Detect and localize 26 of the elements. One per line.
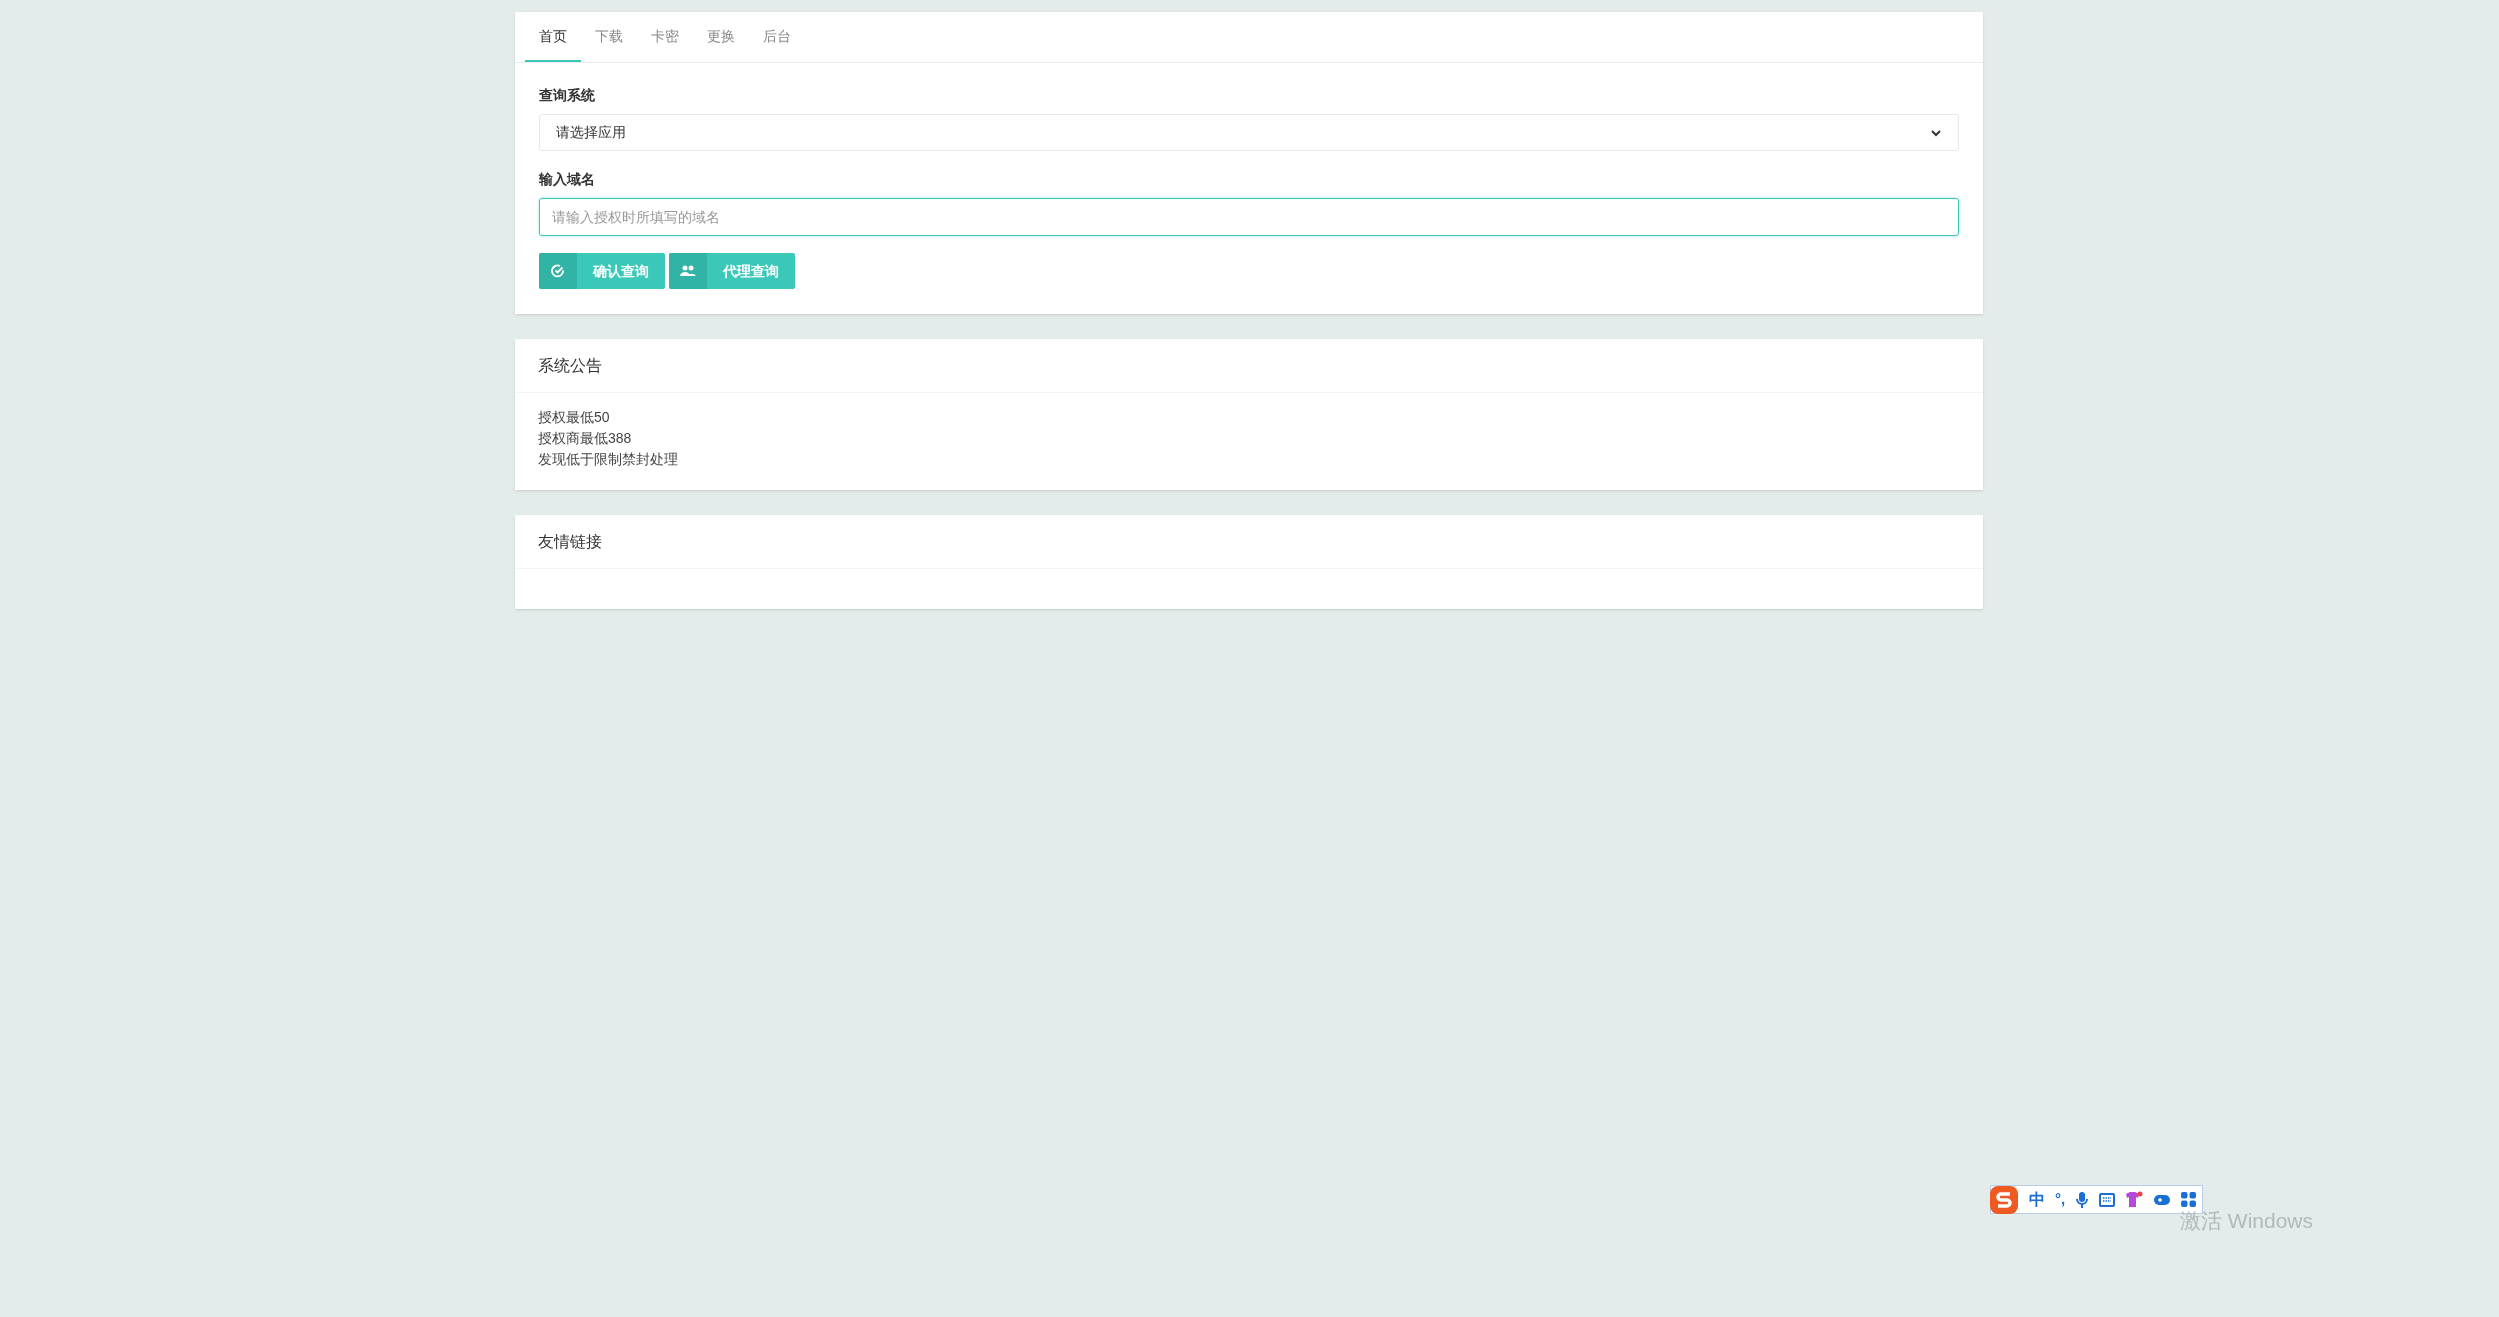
- card-title: 友情链接: [538, 531, 602, 552]
- check-circle-icon: [551, 264, 565, 278]
- keyboard-icon[interactable]: [2099, 1192, 2116, 1207]
- users-icon: [680, 265, 696, 277]
- announcement-text: 授权最低50: [538, 408, 611, 427]
- nav-tab[interactable]: 首页: [525, 12, 581, 62]
- card-title: 系统公告: [538, 355, 602, 376]
- ime-logo-icon[interactable]: [1989, 1184, 2019, 1215]
- announcement-text: 授权商最低388: [538, 429, 633, 448]
- punctuation-toggle[interactable]: °,: [2055, 1188, 2066, 1211]
- grid-icon[interactable]: [2181, 1192, 2197, 1207]
- microphone-icon[interactable]: [2075, 1190, 2090, 1209]
- nav-tab[interactable]: 下载: [581, 12, 637, 62]
- ime-mode-toggle[interactable]: 中: [2029, 1187, 2045, 1212]
- field-label: 输入域名: [539, 170, 596, 189]
- query-button[interactable]: 确认查询: [539, 253, 665, 289]
- announcement-text: 发现低于限制禁封处理: [538, 450, 679, 469]
- shirt-icon[interactable]: [2125, 1190, 2144, 1209]
- domain-input[interactable]: 请输入授权时所填写的域名: [539, 198, 1959, 236]
- query-button[interactable]: 代理查询: [669, 253, 795, 289]
- app-select[interactable]: 请选择应用: [539, 114, 1959, 151]
- field-label: 查询系统: [539, 86, 596, 105]
- nav-tab[interactable]: 卡密: [637, 12, 693, 62]
- nav-tab[interactable]: 更换: [693, 12, 749, 62]
- gamepad-icon[interactable]: [2153, 1192, 2172, 1207]
- nav-tab[interactable]: 后台: [749, 12, 805, 62]
